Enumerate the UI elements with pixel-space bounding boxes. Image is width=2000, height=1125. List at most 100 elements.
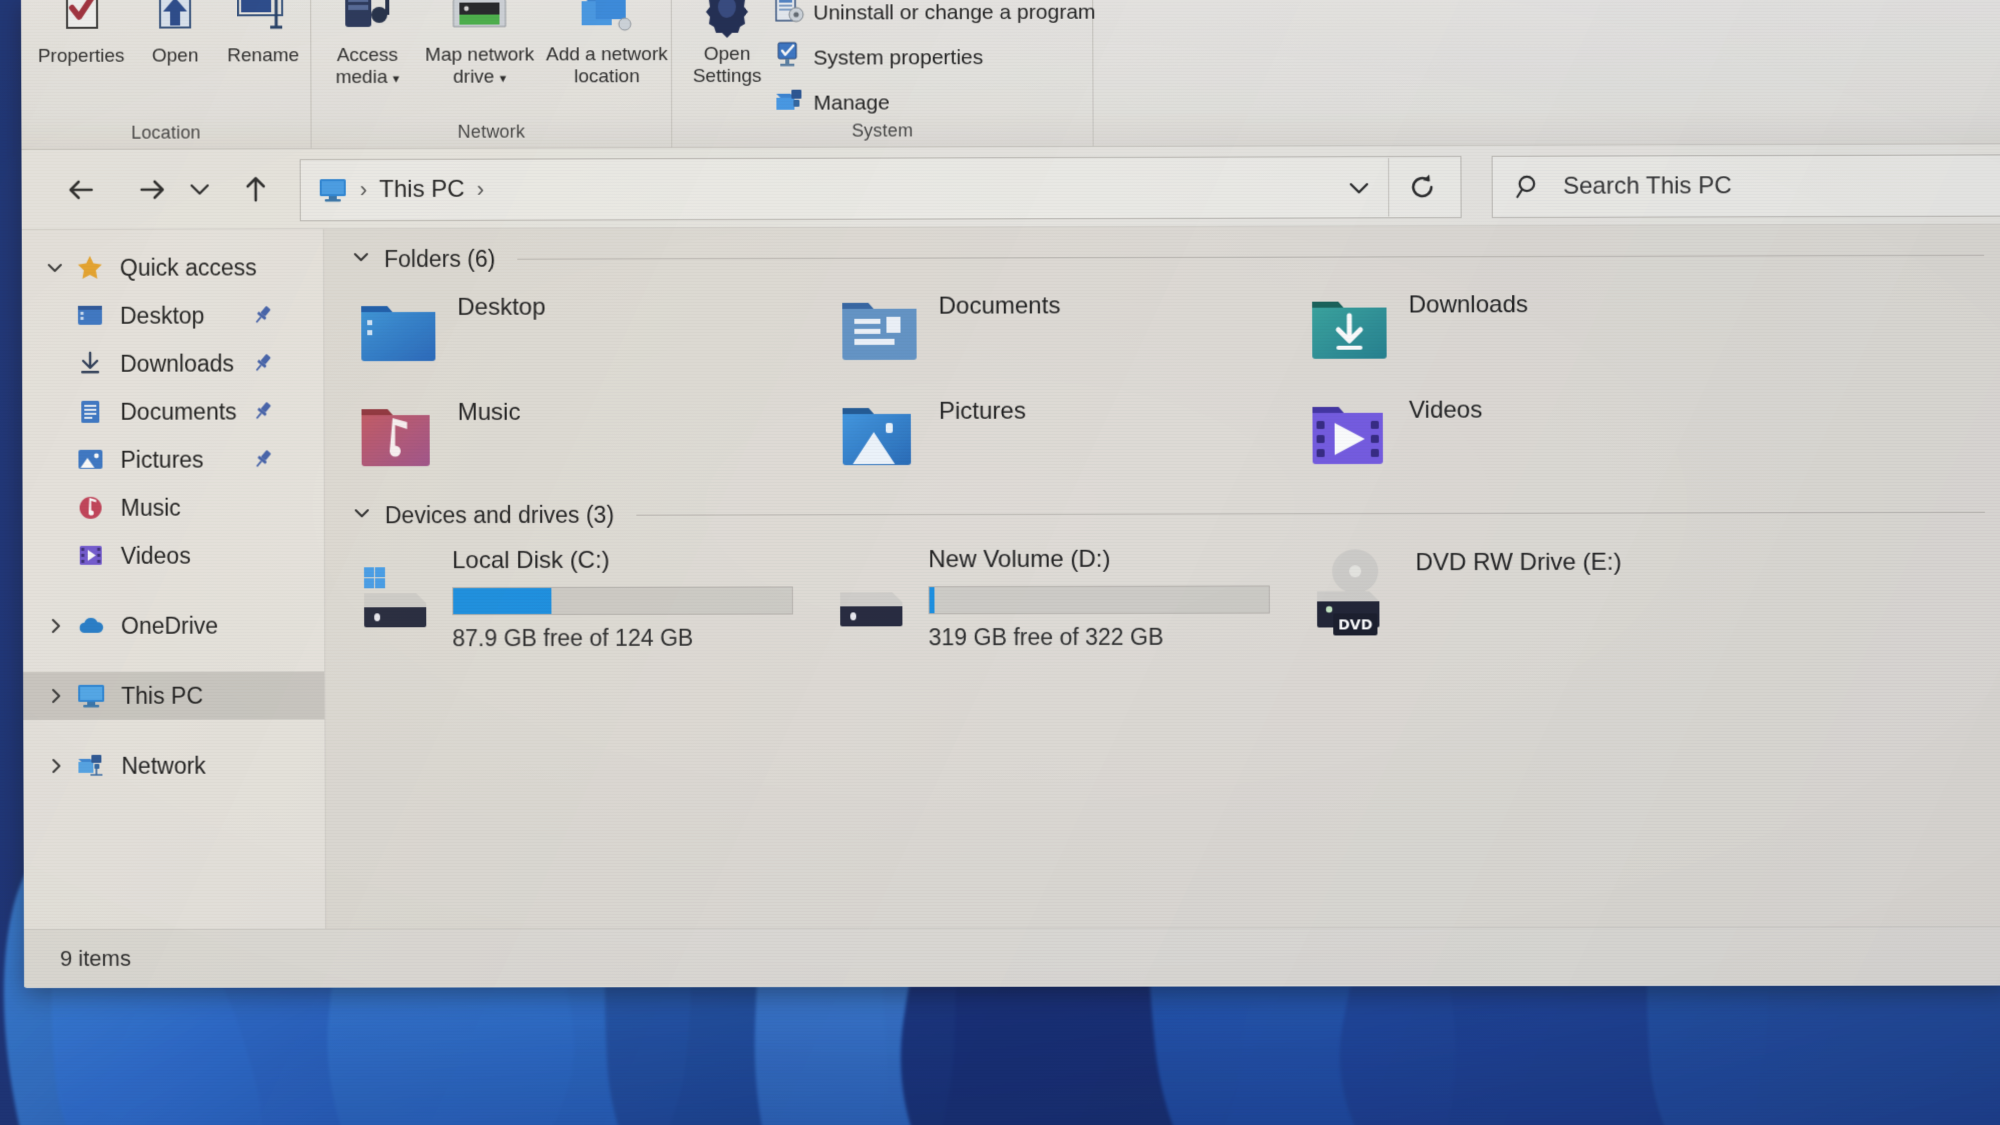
pin-icon[interactable]: [251, 400, 273, 422]
sidebar-item-network[interactable]: Network: [23, 741, 324, 790]
hard-drive-icon: [832, 562, 919, 636]
ribbon-button-open-settings[interactable]: Open Settings: [682, 0, 773, 88]
drive-usage-fill: [929, 587, 935, 614]
section-header-folders[interactable]: Folders (6): [352, 242, 1985, 273]
drive-tile-new-volume-d[interactable]: New Volume (D:) 319 GB free of 322 GB: [832, 545, 1274, 656]
network-icon: [73, 751, 109, 781]
ribbon-group-label: Network: [457, 121, 526, 142]
chevron-down-icon[interactable]: [38, 259, 72, 277]
ribbon-group-location: Properties Open Rename Location: [21, 0, 312, 150]
folder-tile-label: Music: [457, 398, 521, 426]
pin-icon[interactable]: [251, 352, 273, 374]
pin-icon[interactable]: [252, 448, 274, 470]
forward-arrow-icon[interactable]: [126, 164, 178, 216]
downloads-folder-icon: [1306, 283, 1393, 369]
drive-tile-dvd-rw-e[interactable]: DVD DVD RW Drive (E:): [1307, 544, 1750, 655]
ribbon-group-system: Open Settings Uninstall or change a prog…: [671, 0, 1096, 149]
sidebar-item-quick-access[interactable]: Quick access: [22, 243, 323, 292]
sidebar-item-label: Videos: [120, 542, 191, 569]
breadcrumb-separator[interactable]: ›: [469, 177, 492, 203]
system-properties-icon: [774, 41, 804, 77]
folder-tile-label: Documents: [938, 292, 1061, 320]
desktop-folder-icon: [72, 301, 108, 331]
music-folder-icon: [355, 391, 441, 477]
section-rule: [636, 511, 1985, 516]
dvd-drive-icon: DVD: [1307, 549, 1394, 639]
search-input[interactable]: Search This PC: [1491, 154, 2000, 219]
ribbon-item-system-properties[interactable]: System properties: [774, 40, 983, 77]
add-network-location-icon: [543, 0, 669, 42]
breadcrumb[interactable]: › This PC ›: [299, 155, 1462, 222]
ribbon-item-uninstall-program[interactable]: Uninstall or change a program: [774, 0, 1096, 32]
chevron-right-icon[interactable]: [39, 687, 73, 705]
folder-tile-label: Pictures: [938, 397, 1026, 425]
ribbon-item-label: System properties: [813, 46, 984, 70]
refresh-icon[interactable]: [1388, 157, 1455, 217]
desktop-folder-icon: [355, 286, 441, 372]
dropdown-caret-icon[interactable]: ▾: [393, 71, 400, 86]
navigation-pane: Quick access Desktop Downloads Documents…: [21, 229, 327, 988]
search-magnifier-icon: [1515, 173, 1543, 201]
sidebar-item-onedrive[interactable]: OneDrive: [23, 601, 324, 650]
folder-tile-label: Downloads: [1408, 291, 1529, 319]
ribbon-button-map-network-drive[interactable]: Map network drive ▾: [415, 0, 544, 90]
sidebar-item-documents[interactable]: Documents: [22, 387, 323, 436]
drive-tile-local-disk-c[interactable]: Local Disk (C:) 87.9 GB free of 124 GB: [356, 546, 797, 657]
ribbon-item-label: Manage: [813, 91, 890, 115]
recent-locations-chevron-down-icon[interactable]: [180, 163, 220, 215]
map-network-drive-icon: [415, 0, 543, 43]
folder-tile-label: Videos: [1408, 396, 1483, 424]
sidebar-item-pictures[interactable]: Pictures: [22, 435, 323, 484]
chevron-right-icon[interactable]: [39, 757, 73, 775]
folder-tile-desktop[interactable]: Desktop: [355, 286, 546, 373]
ribbon-group-label: System: [851, 120, 914, 141]
ribbon-button-properties[interactable]: Properties: [29, 0, 133, 68]
folder-tile-downloads[interactable]: Downloads: [1306, 283, 1528, 370]
sidebar-item-label: OneDrive: [120, 612, 219, 639]
search-placeholder: Search This PC: [1563, 172, 1732, 200]
chevron-down-icon[interactable]: [352, 248, 372, 272]
folder-tile-videos[interactable]: Videos: [1306, 389, 1482, 476]
uninstall-program-icon: [774, 0, 804, 32]
drive-free-space-text: 87.9 GB free of 124 GB: [452, 624, 694, 652]
documents-icon: [72, 397, 108, 427]
ribbon-group-network: Access media ▾ Map network drive ▾ Add a…: [311, 0, 673, 150]
file-list-pane: Folders (6) Desktop Documents Downloads …: [324, 224, 2000, 987]
ribbon-item-manage[interactable]: Manage: [774, 85, 890, 122]
pin-icon[interactable]: [251, 304, 273, 326]
drive-name: Local Disk (C:): [452, 546, 610, 575]
breadcrumb-chevron-down-icon[interactable]: [1336, 158, 1382, 216]
ribbon-button-add-network-location[interactable]: Add a network location: [543, 0, 670, 88]
ribbon-button-access-media[interactable]: Access media ▾: [317, 0, 417, 90]
back-arrow-icon[interactable]: [56, 164, 108, 216]
star-icon: [72, 253, 108, 283]
sidebar-item-label: Desktop: [119, 302, 205, 329]
sidebar-item-label: Downloads: [120, 349, 235, 377]
ribbon-button-label: Properties: [37, 45, 125, 67]
manage-icon: [774, 86, 804, 122]
up-arrow-icon[interactable]: [230, 163, 282, 215]
section-header-devices-and-drives[interactable]: Devices and drives (3): [353, 499, 1985, 530]
folder-tile-pictures[interactable]: Pictures: [836, 390, 1026, 477]
ribbon-button-label: Map network drive: [425, 44, 535, 88]
sidebar-item-music[interactable]: Music: [23, 483, 324, 532]
ribbon-button-rename[interactable]: Rename: [211, 0, 315, 67]
dropdown-caret-icon[interactable]: ▾: [500, 71, 507, 86]
sidebar-item-label: Music: [120, 494, 181, 521]
sidebar-item-desktop[interactable]: Desktop: [22, 291, 323, 340]
sidebar-item-this-pc[interactable]: This PC: [23, 671, 325, 720]
chevron-right-icon[interactable]: [39, 617, 73, 635]
onedrive-cloud-icon: [73, 611, 109, 641]
folder-tile-documents[interactable]: Documents: [836, 284, 1060, 371]
chevron-down-icon[interactable]: [353, 504, 373, 528]
folder-tile-music[interactable]: Music: [355, 391, 520, 477]
sidebar-item-downloads[interactable]: Downloads: [22, 339, 323, 388]
ribbon-button-label: Access media: [335, 44, 399, 89]
status-bar: 9 items: [23, 926, 2000, 988]
ribbon-button-label: Rename: [227, 45, 300, 67]
music-note-icon: [73, 493, 109, 523]
address-bar: › This PC › Search This PC: [21, 144, 2000, 230]
this-pc-monitor-icon: [73, 681, 109, 711]
breadcrumb-item-this-pc[interactable]: This PC: [379, 176, 465, 204]
sidebar-item-videos[interactable]: Videos: [23, 531, 324, 580]
